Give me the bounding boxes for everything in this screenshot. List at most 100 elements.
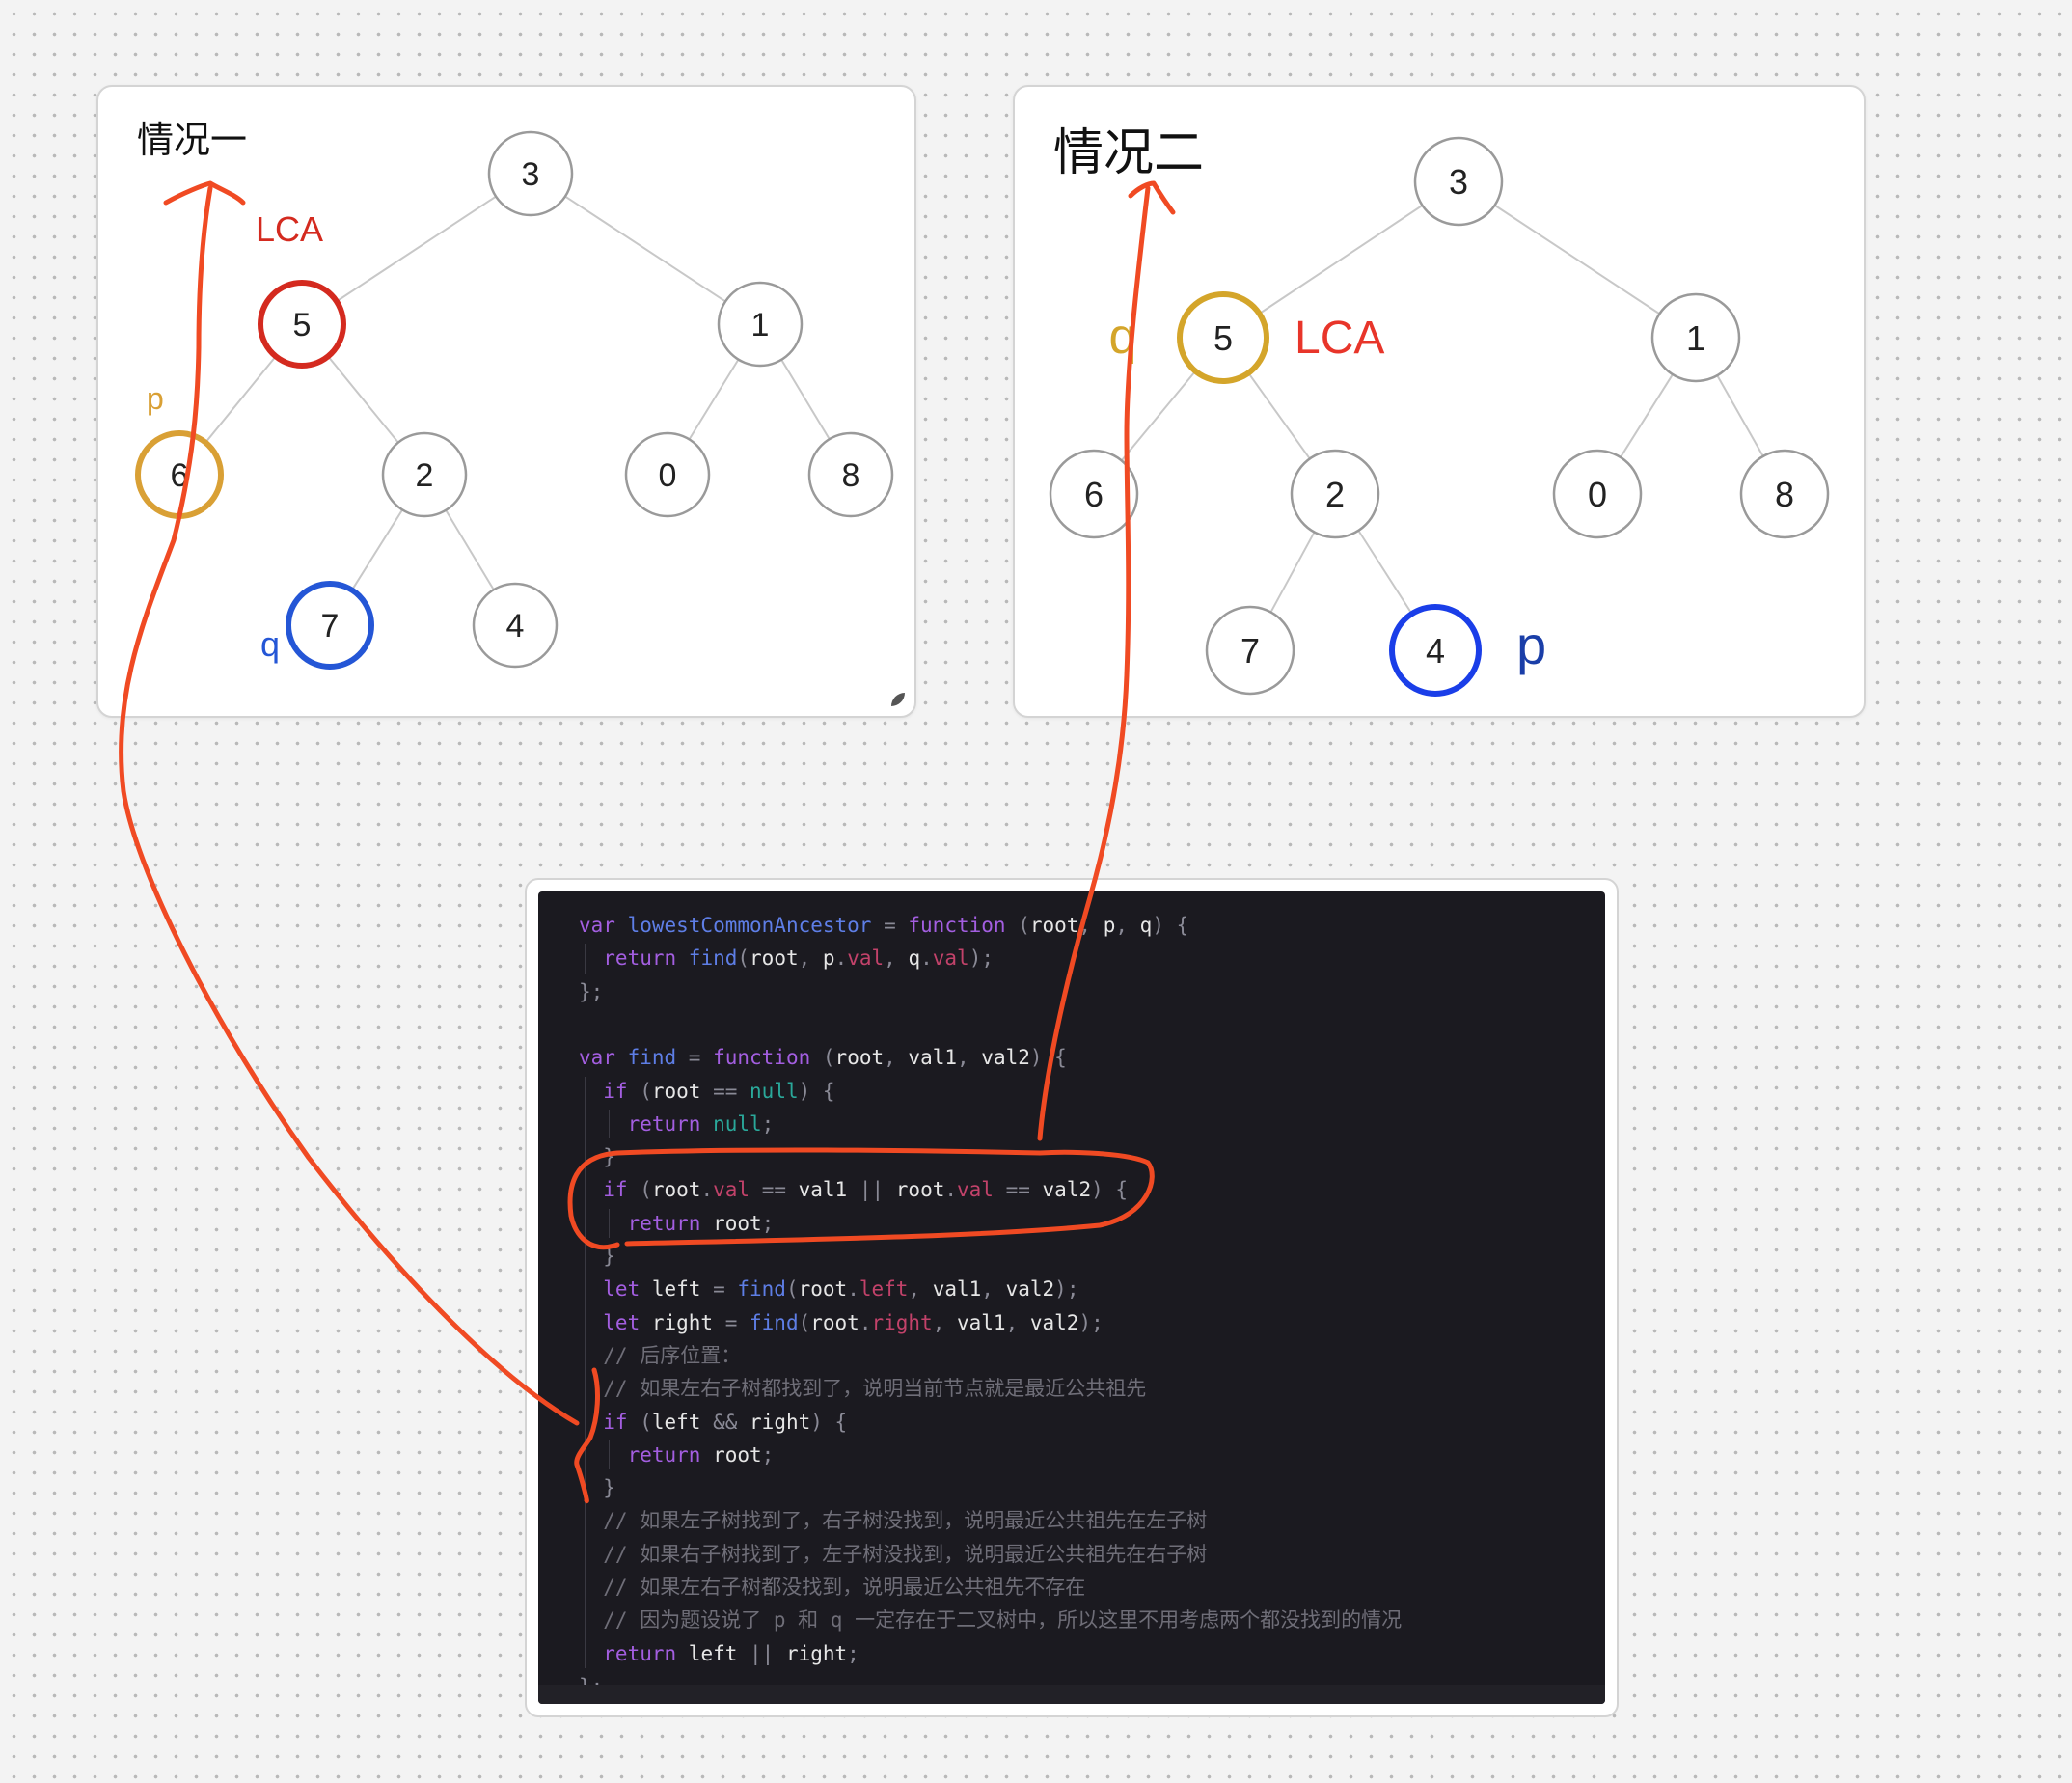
code-token-id: right [750, 1410, 811, 1434]
code-token-pun: ) { [1091, 1178, 1129, 1202]
tree-edge [327, 355, 399, 444]
code-token-pun: . [944, 1178, 958, 1202]
code-line: if (root.val == val1 || root.val == val2… [579, 1173, 1128, 1206]
code-line: return find(root, p.val, q.val); [579, 942, 994, 974]
node-label: 0 [659, 457, 677, 494]
code-token-lit: null [713, 1111, 762, 1136]
code-block[interactable]: var lowestCommonAncestor = function (roo… [538, 892, 1605, 1704]
code-token-id: left [651, 1277, 701, 1302]
tree-node-8: 8 [1739, 449, 1830, 539]
code-line: // 后序位置： [579, 1339, 741, 1372]
binary-tree-case1: 3 5 1 6 2 0 8 7 4 LCA p q [135, 130, 894, 670]
code-token-id: q [1139, 914, 1153, 937]
code-token-pun: . [847, 1277, 859, 1302]
tree-node-7: 7 [286, 581, 374, 670]
code-line: // 因为题设说了 p 和 q 一定存在于二叉树中，所以这里不用考虑两个都没找到… [579, 1604, 1402, 1636]
diagram-card-case1[interactable]: 情况一 3 5 1 6 2 0 8 7 4 LCA p q [96, 85, 916, 718]
node-label: 3 [1449, 162, 1468, 202]
code-token-id: left [688, 1641, 738, 1665]
code-line: let right = find(root.right, val1, val2)… [579, 1306, 1103, 1339]
diagram-card-case2[interactable]: 情况二 3 5 1 6 2 0 8 7 4 q LCA p [1013, 85, 1866, 718]
code-token-pun: , [957, 1046, 982, 1070]
tree-node-3: 3 [1413, 136, 1504, 227]
code-token-id: right [651, 1310, 714, 1334]
code-card[interactable]: var lowestCommonAncestor = function (roo… [525, 878, 1619, 1717]
code-token-prop: left [859, 1277, 909, 1302]
code-token-id: root [651, 1178, 701, 1202]
node-label: 5 [1213, 318, 1233, 358]
node-label: 5 [293, 307, 312, 343]
code-token-id: val1 [932, 1277, 982, 1302]
code-line: var lowestCommonAncestor = function (roo… [579, 909, 1188, 942]
code-token-id: root [750, 946, 799, 971]
node-label: 0 [1588, 475, 1607, 514]
code-token-id: root [810, 1310, 859, 1334]
tree-edge [1357, 530, 1413, 615]
tree-node-1: 1 [717, 281, 804, 368]
tree-node-4: 4 [1389, 604, 1482, 697]
tree-edge [1269, 532, 1316, 613]
indent-guide [609, 1109, 610, 1139]
code-token-kw: let [579, 1310, 652, 1334]
tree-edge [336, 195, 497, 303]
tree-node-0: 0 [624, 431, 711, 518]
code-token-fn: find [627, 1046, 677, 1070]
code-token-pun: || [737, 1641, 786, 1665]
code-token-id: val2 [1042, 1178, 1092, 1202]
tree-edge [1716, 374, 1764, 457]
code-line: }; [579, 975, 603, 1008]
tree-node-5: 5 [258, 280, 346, 369]
code-token-pun: = [713, 1310, 750, 1334]
code-token-prop: right [871, 1310, 933, 1334]
annotation-p: p [147, 381, 164, 416]
code-token-id: val1 [957, 1310, 1006, 1334]
code-line: var find = function (root, val1, val2) { [579, 1041, 1067, 1074]
node-label: 3 [522, 156, 540, 193]
code-token-pun: ( [1005, 914, 1030, 937]
code-token-fn: find [688, 946, 738, 971]
code-token-kw: let [579, 1277, 652, 1302]
code-token-pun: }; [579, 979, 604, 1003]
code-line: // 如果左右子树都没找到，说明最近公共祖先不存在 [579, 1571, 1085, 1604]
code-token-fn: find [737, 1277, 786, 1302]
tree-edge [1247, 372, 1311, 459]
code-token-pun: ( [627, 1079, 652, 1103]
node-label: 8 [842, 457, 860, 494]
node-label: 7 [321, 608, 340, 645]
code-line: let left = find(root.left, val1, val2); [579, 1273, 1078, 1305]
code-token-id: root [713, 1442, 762, 1467]
code-token-kw: if [579, 1079, 628, 1103]
code-token-kw: return [579, 1641, 689, 1665]
indent-guide [609, 1440, 610, 1470]
tree-edge [688, 359, 740, 440]
code-token-kw: if [579, 1178, 628, 1202]
node-label: 4 [506, 608, 525, 645]
code-token-pun: = [676, 1046, 714, 1070]
code-token-pun: . [834, 946, 848, 971]
tree-node-1: 1 [1650, 292, 1741, 383]
code-token-pun: ( [798, 1310, 811, 1334]
tree-node-4: 4 [472, 582, 559, 669]
code-token-pun: ( [810, 1046, 835, 1070]
tree-node-2: 2 [381, 431, 468, 518]
code-token-pun: ) { [798, 1079, 835, 1103]
tree-edge [445, 509, 495, 590]
code-token-pun: , [908, 1277, 933, 1302]
annotation-lca: LCA [256, 209, 323, 249]
node-label: 6 [1084, 475, 1104, 514]
code-token-cm: // 因为题设说了 p 和 q 一定存在于二叉树中，所以这里不用考虑两个都没找到… [579, 1608, 1403, 1632]
code-token-fn: lowestCommonAncestor [627, 914, 872, 937]
tree-node-7: 7 [1205, 605, 1295, 696]
indent-guide [585, 944, 586, 974]
code-token-pun: ); [1054, 1277, 1079, 1302]
code-token-kw: var [579, 914, 628, 937]
code-token-kw: return [579, 1111, 714, 1136]
tree-edge [1120, 370, 1197, 461]
node-label: 7 [1240, 631, 1260, 671]
code-token-id: val2 [1029, 1310, 1079, 1334]
code-token-pun: == [993, 1178, 1043, 1202]
node-label: 4 [1426, 631, 1445, 671]
node-label: 2 [1325, 475, 1345, 514]
code-token-kw: return [579, 1211, 714, 1235]
code-line: // 如果左右子树都找到了，说明当前节点就是最近公共祖先 [579, 1372, 1146, 1405]
